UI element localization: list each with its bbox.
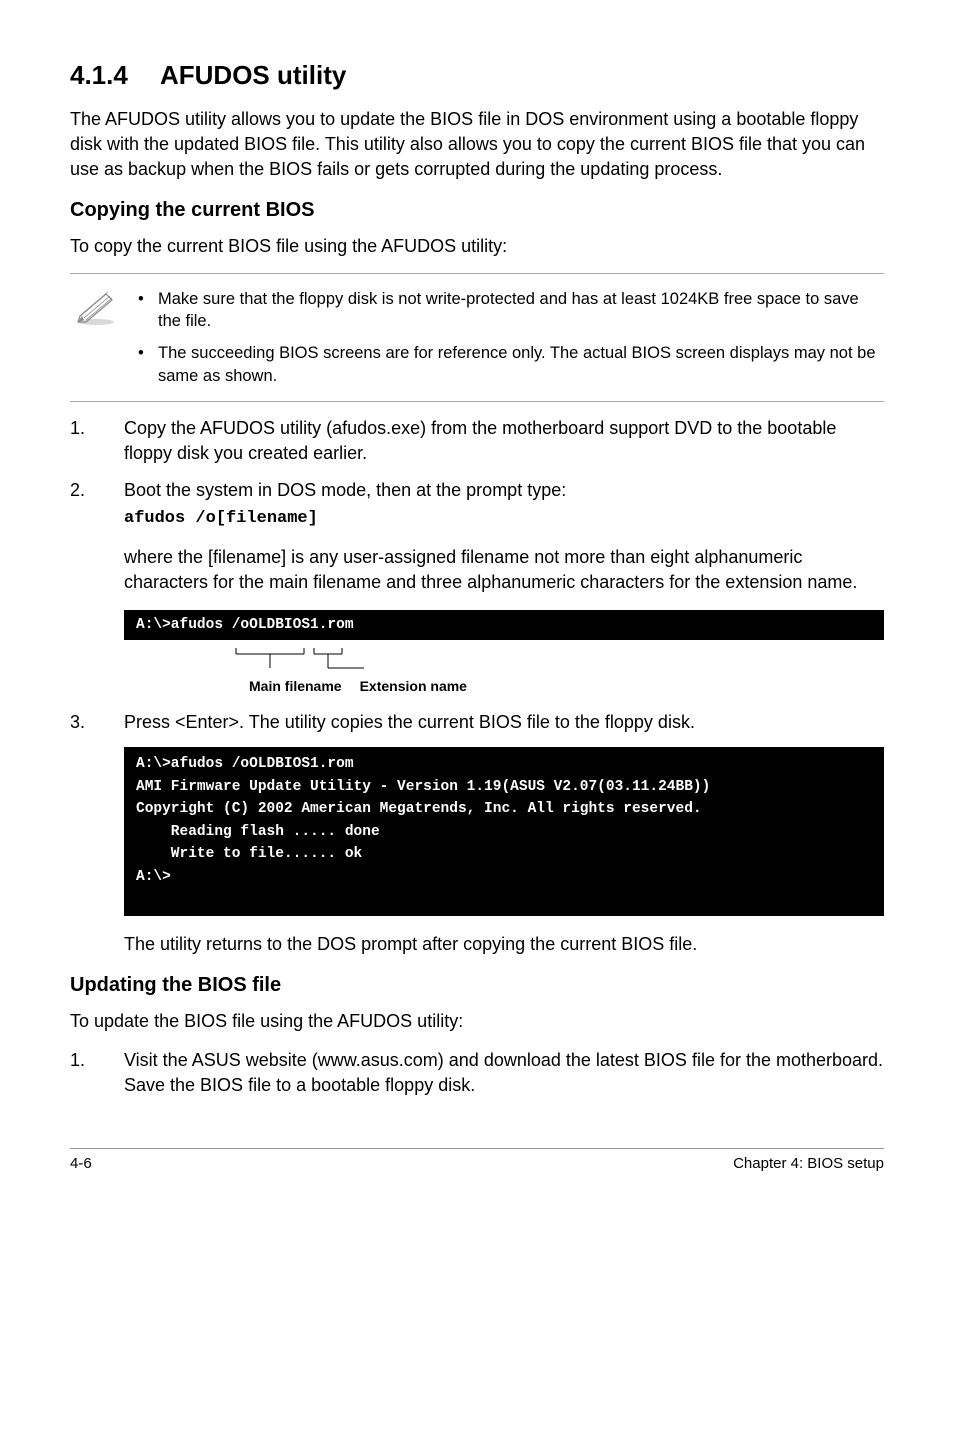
note-item: The succeeding BIOS screens are for refe…	[158, 342, 884, 387]
step-text: Boot the system in DOS mode, then at the…	[124, 480, 566, 500]
updating-lead: To update the BIOS file using the AFUDOS…	[70, 1009, 884, 1034]
step-item: Boot the system in DOS mode, then at the…	[70, 478, 884, 595]
note-box: Make sure that the floppy disk is not wr…	[70, 273, 884, 402]
after-terminal-paragraph: The utility returns to the DOS prompt af…	[70, 932, 884, 957]
updating-heading: Updating the BIOS file	[70, 974, 884, 997]
section-title: AFUDOS utility	[160, 60, 346, 90]
page-footer: 4-6 Chapter 4: BIOS setup	[70, 1148, 884, 1172]
label-main-filename: Main filename	[249, 678, 342, 694]
label-extension-name: Extension name	[360, 678, 467, 694]
step-item: Visit the ASUS website (www.asus.com) an…	[70, 1048, 884, 1098]
step-item: Press <Enter>. The utility copies the cu…	[70, 710, 884, 735]
chapter-title: Chapter 4: BIOS setup	[733, 1155, 884, 1172]
step-text: Visit the ASUS website (www.asus.com) an…	[124, 1050, 883, 1095]
copying-heading: Copying the current BIOS	[70, 199, 884, 222]
terminal-output: A:\>afudos /oOLDBIOS1.rom AMI Firmware U…	[124, 747, 884, 916]
terminal-output: A:\>afudos /oOLDBIOS1.rom	[124, 610, 884, 640]
copying-lead: To copy the current BIOS file using the …	[70, 234, 884, 259]
step-sub-paragraph: where the [filename] is any user-assigne…	[124, 545, 884, 595]
copying-steps: Copy the AFUDOS utility (afudos.exe) fro…	[70, 416, 884, 596]
note-content: Make sure that the floppy disk is not wr…	[130, 288, 884, 387]
filename-diagram: A:\>afudos /oOLDBIOS1.rom Main filename …	[124, 610, 884, 694]
page-number: 4-6	[70, 1155, 92, 1172]
step-item: Copy the AFUDOS utility (afudos.exe) fro…	[70, 416, 884, 466]
section-heading: 4.1.4AFUDOS utility	[70, 60, 884, 91]
intro-paragraph: The AFUDOS utility allows you to update …	[70, 107, 884, 183]
step-text: Copy the AFUDOS utility (afudos.exe) fro…	[124, 418, 836, 463]
updating-steps: Visit the ASUS website (www.asus.com) an…	[70, 1048, 884, 1098]
step-text: Press <Enter>. The utility copies the cu…	[124, 712, 695, 732]
copying-steps-cont: Press <Enter>. The utility copies the cu…	[70, 710, 884, 735]
bracket-diagram-icon	[124, 648, 404, 676]
code-command: afudos /o[filename]	[124, 507, 884, 531]
pencil-note-icon	[70, 288, 130, 331]
note-item: Make sure that the floppy disk is not wr…	[158, 288, 884, 333]
section-number: 4.1.4	[70, 60, 160, 91]
